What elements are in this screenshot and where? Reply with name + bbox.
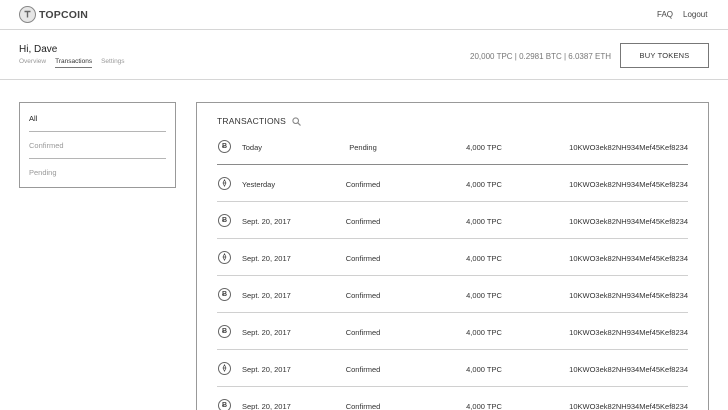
tab-transactions[interactable]: Transactions (55, 58, 93, 68)
transaction-date: Sept. 20, 2017 (242, 217, 291, 226)
transaction-date: Today (242, 143, 263, 152)
bitcoin-icon: Ƀ (218, 288, 231, 301)
bitcoin-icon: Ƀ (218, 214, 231, 227)
tab-settings[interactable]: Settings (101, 58, 125, 68)
transaction-hash: 10KWO3ek82NH934Mef45Kef8234 (569, 328, 688, 337)
balance-summary: 20,000 TPC | 0.2981 BTC | 6.0387 ETH (470, 52, 611, 61)
transaction-hash: 10KWO3ek82NH934Mef45Kef8234 (569, 217, 688, 226)
transaction-hash: 10KWO3ek82NH934Mef45Kef8234 (569, 365, 688, 374)
transaction-hash: 10KWO3ek82NH934Mef45Kef8234 (569, 291, 688, 300)
ethereum-icon: ⟠ (218, 251, 231, 264)
transaction-row[interactable]: Ƀ Today Pending 4,000 TPC 10KWO3ek82NH934Mef… (217, 128, 688, 165)
transaction-date: Sept. 20, 2017 (242, 291, 291, 300)
transaction-row[interactable]: Ƀ Sept. 20, 2017 Confirmed 4,000 TPC 10KWO3e… (217, 387, 688, 410)
transaction-hash: 10KWO3ek82NH934Mef45Kef8234 (569, 402, 688, 410)
transaction-row[interactable]: Ƀ Sept. 20, 2017 Confirmed 4,000 TPC 10KWO3e… (217, 276, 688, 313)
transaction-date: Sept. 20, 2017 (242, 254, 291, 263)
transaction-row[interactable]: Ƀ Sept. 20, 2017 Confirmed 4,000 TPC 10KWO3e… (217, 313, 688, 350)
brand-logo[interactable]: TOPCOIN (19, 6, 88, 23)
transactions-title: TRANSACTIONS (217, 116, 286, 126)
transaction-date: Yesterday (242, 180, 276, 189)
faq-link[interactable]: FAQ (657, 10, 673, 19)
transaction-hash: 10KWO3ek82NH934Mef45Kef8234 (569, 254, 688, 263)
bitcoin-icon: Ƀ (218, 325, 231, 338)
ethereum-icon: ⟠ (218, 362, 231, 375)
greeting: Hi, Dave (19, 44, 58, 55)
transaction-row[interactable]: ⟠ Sept. 20, 2017 Confirmed 4,000 TPC 10KWO3e… (217, 239, 688, 276)
divider (29, 158, 166, 159)
account-tabs: Overview Transactions Settings (19, 58, 125, 68)
filter-confirmed[interactable]: Confirmed (29, 141, 167, 150)
tab-overview[interactable]: Overview (19, 58, 46, 68)
transaction-hash: 10KWO3ek82NH934Mef45Kef8234 (569, 143, 688, 152)
transaction-date: Sept. 20, 2017 (242, 365, 291, 374)
top-bar: TOPCOIN FAQ Logout (0, 0, 728, 30)
transaction-date: Sept. 20, 2017 (242, 402, 291, 410)
account-header: Hi, Dave Overview Transactions Settings … (0, 30, 728, 80)
logout-link[interactable]: Logout (683, 10, 707, 19)
brand-name: TOPCOIN (39, 8, 89, 21)
search-icon[interactable] (292, 116, 301, 126)
filter-pending[interactable]: Pending (29, 168, 167, 177)
filter-all[interactable]: All (29, 114, 167, 123)
bitcoin-icon: Ƀ (218, 399, 231, 410)
bitcoin-icon: Ƀ (218, 140, 231, 153)
transaction-row[interactable]: Ƀ Sept. 20, 2017 Confirmed 4,000 TPC 10KWO3e… (217, 202, 688, 239)
topcoin-logo-icon (19, 6, 36, 23)
transaction-date: Sept. 20, 2017 (242, 328, 291, 337)
ethereum-icon: ⟠ (218, 177, 231, 190)
transaction-filter: All Confirmed Pending (19, 102, 176, 188)
buy-tokens-button[interactable]: BUY TOKENS (620, 43, 709, 68)
divider (29, 131, 166, 132)
transactions-panel: TRANSACTIONS Ƀ Today Pending 4,000 TPC 10KWO… (196, 102, 709, 410)
transactions-heading: TRANSACTIONS (217, 116, 301, 126)
transaction-hash: 10KWO3ek82NH934Mef45Kef8234 (569, 180, 688, 189)
transaction-row[interactable]: ⟠ Sept. 20, 2017 Confirmed 4,000 TPC 10KWO3e… (217, 350, 688, 387)
transaction-row[interactable]: ⟠ Yesterday Confirmed 4,000 TPC 10KWO3ek82NH… (217, 165, 688, 202)
